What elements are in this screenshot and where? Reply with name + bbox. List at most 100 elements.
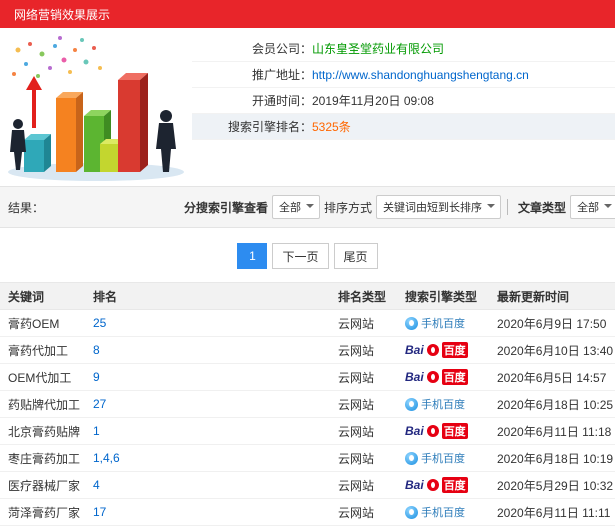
engine-cell: Bai 百度 <box>405 423 497 439</box>
table-row: 北京膏药贴牌 1 云网站 Bai 百度 2020年6月11日 11:18 <box>0 418 615 445</box>
company-label: 会员公司： <box>251 42 312 56</box>
engine-cell: 手机百度 <box>405 315 497 331</box>
rank-link[interactable]: 27 <box>93 397 338 411</box>
baidu-logo-text: Bai <box>405 343 424 357</box>
page-title: 网络营销效果展示 <box>14 7 111 22</box>
update-time-cell: 2020年6月11日 11:11 <box>497 505 611 520</box>
page-1-button[interactable]: 1 <box>237 243 268 269</box>
member-info-panel: 会员公司： 山东皇圣堂药业有限公司 推广地址： http://www.shand… <box>192 36 615 186</box>
info-row-rank-count: 搜索引擎排名： 5325条 <box>192 114 615 140</box>
keyword-cell: OEM代加工 <box>8 370 72 385</box>
table-row: 药贴牌代加工 27 云网站 手机百度 2020年6月18日 10:25 <box>0 391 615 418</box>
rank-link[interactable]: 1,4,6 <box>93 451 338 465</box>
update-time-cell: 2020年6月9日 17:50 <box>497 316 607 331</box>
engine-cell: 手机百度 <box>405 504 497 520</box>
update-time-cell: 2020年6月10日 13:40 <box>497 343 614 358</box>
mobile-baidu-label: 手机百度 <box>421 318 465 330</box>
mobile-baidu-icon <box>405 316 418 330</box>
keyword-cell: 膏药代加工 <box>8 343 69 358</box>
baidu-logo-text: Bai <box>405 478 424 492</box>
engine-cell: 手机百度 <box>405 450 497 466</box>
pagination: 1 下一页 尾页 <box>0 228 615 282</box>
rank-link[interactable]: 17 <box>93 505 338 519</box>
baidu-paw-icon <box>426 479 439 491</box>
rank-type-cell: 云网站 <box>338 397 375 412</box>
rank-type-cell: 云网站 <box>338 424 375 439</box>
title-bar: 网络营销效果展示 <box>0 0 615 28</box>
update-time-cell: 2020年6月11日 11:18 <box>497 424 612 439</box>
engine-cell: 手机百度 <box>405 396 497 412</box>
update-time-cell: 2020年6月5日 14:57 <box>497 370 607 385</box>
table-header: 关键词 排名 排名类型 搜索引擎类型 最新更新时间 <box>0 282 615 310</box>
rank-link[interactable]: 8 <box>93 343 338 357</box>
baidu-label: 百度 <box>441 369 468 385</box>
sort-select[interactable]: 关键词由短到长排序 <box>376 195 502 219</box>
top-section: 会员公司： 山东皇圣堂药业有限公司 推广地址： http://www.shand… <box>0 28 615 186</box>
engine-cell: Bai 百度 <box>405 342 497 358</box>
marketing-chart-illustration <box>0 32 192 184</box>
rank-link[interactable]: 1 <box>93 424 338 438</box>
update-time-cell: 2020年6月18日 10:19 <box>497 451 614 466</box>
table-row: 膏药代加工 8 云网站 Bai 百度 2020年6月10日 13:40 <box>0 337 615 364</box>
keyword-cell: 北京膏药贴牌 <box>8 424 81 439</box>
rank-type-cell: 云网站 <box>338 505 375 520</box>
next-page-button[interactable]: 下一页 <box>272 243 329 269</box>
promo-url-link[interactable]: http://www.shandonghuangshengtang.cn <box>312 68 529 82</box>
col-rank: 排名 <box>93 289 118 304</box>
rank-type-cell: 云网站 <box>338 478 375 493</box>
rank-link[interactable]: 9 <box>93 370 338 384</box>
info-row-open-time: 开通时间： 2019年11月20日 09:08 <box>192 88 615 114</box>
open-time-value: 2019年11月20日 09:08 <box>312 94 434 108</box>
info-row-url: 推广地址： http://www.shandonghuangshengtang.… <box>192 62 615 88</box>
rank-type-cell: 云网站 <box>338 451 375 466</box>
baidu-label: 百度 <box>441 477 468 493</box>
company-link[interactable]: 山东皇圣堂药业有限公司 <box>312 40 444 57</box>
rank-link[interactable]: 4 <box>93 478 338 492</box>
keyword-cell: 膏药OEM <box>8 316 60 331</box>
filter-controls: 分搜索引擎查看 全部 排序方式 关键词由短到长排序 文章类型 全部 提交 <box>180 194 615 220</box>
table-row: 膏药OEM 25 云网站 手机百度 2020年6月9日 17:50 <box>0 310 615 337</box>
rank-type-cell: 云网站 <box>338 343 375 358</box>
filter-divider <box>507 199 509 215</box>
keyword-cell: 药贴牌代加工 <box>8 397 81 412</box>
bar-chart-growth-image <box>8 36 184 181</box>
engine-filter-label: 分搜索引擎查看 <box>184 200 269 215</box>
mobile-baidu-label: 手机百度 <box>421 507 465 519</box>
rank-count-value: 5325条 <box>312 120 351 134</box>
mobile-baidu-label: 手机百度 <box>421 399 465 411</box>
baidu-label: 百度 <box>441 342 468 358</box>
keyword-cell: 菏泽膏药厂家 <box>8 505 81 520</box>
update-time-cell: 2020年6月18日 10:25 <box>497 397 614 412</box>
keyword-cell: 医疗器械厂家 <box>8 478 81 493</box>
keyword-cell: 枣庄膏药加工 <box>8 451 81 466</box>
engine-filter-select[interactable]: 全部 <box>272 195 321 219</box>
col-rank-type: 排名类型 <box>338 289 387 304</box>
open-time-label: 开通时间： <box>251 94 312 108</box>
col-keyword: 关键词 <box>8 289 45 304</box>
baidu-paw-icon <box>426 425 439 437</box>
mobile-baidu-icon <box>405 397 418 411</box>
mobile-baidu-icon <box>405 451 418 465</box>
table-row: 菏泽膏药厂家 17 云网站 手机百度 2020年6月11日 11:11 <box>0 499 615 526</box>
rank-link[interactable]: 25 <box>93 316 338 330</box>
mobile-baidu-icon <box>405 505 418 519</box>
col-engine-type: 搜索引擎类型 <box>405 289 478 304</box>
rank-type-cell: 云网站 <box>338 370 375 385</box>
baidu-paw-icon <box>426 371 439 383</box>
article-type-select[interactable]: 全部 <box>570 195 615 219</box>
engine-cell: Bai 百度 <box>405 477 497 493</box>
table-row: 医疗器械厂家 4 云网站 Bai 百度 2020年5月29日 10:32 <box>0 472 615 499</box>
filter-bar: 结果： 分搜索引擎查看 全部 排序方式 关键词由短到长排序 文章类型 全部 提交 <box>0 186 615 228</box>
last-page-button[interactable]: 尾页 <box>333 243 378 269</box>
col-update-time: 最新更新时间 <box>497 289 570 304</box>
engine-cell: Bai 百度 <box>405 369 497 385</box>
growth-arrow-icon <box>26 76 42 128</box>
update-time-cell: 2020年5月29日 10:32 <box>497 478 614 493</box>
rank-count-label: 搜索引擎排名： <box>227 120 312 134</box>
info-row-company: 会员公司： 山东皇圣堂药业有限公司 <box>192 36 615 62</box>
result-label: 结果： <box>8 200 45 215</box>
rank-type-cell: 云网站 <box>338 316 375 331</box>
article-type-label: 文章类型 <box>518 200 567 215</box>
baidu-paw-icon <box>426 344 439 356</box>
sort-label: 排序方式 <box>324 200 373 215</box>
